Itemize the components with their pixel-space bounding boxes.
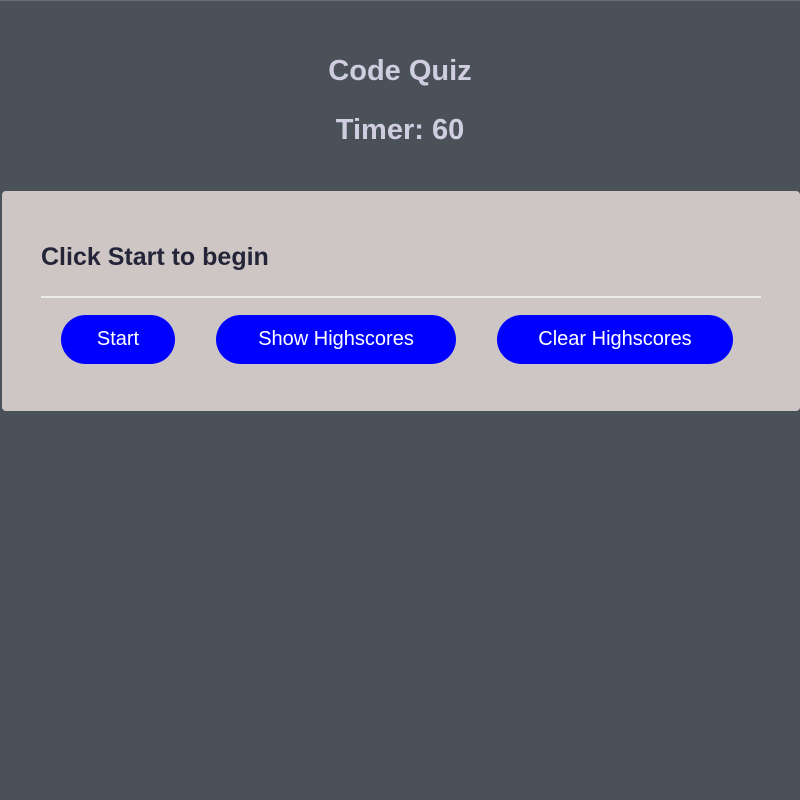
clear-highscores-button[interactable]: Clear Highscores (497, 315, 733, 364)
page-title: Code Quiz (328, 55, 472, 87)
timer: Timer: 60 (335, 114, 465, 146)
show-highscores-button[interactable]: Show Highscores (216, 315, 456, 364)
divider (41, 296, 761, 298)
start-button[interactable]: Start (61, 315, 175, 364)
quiz-card: Click Start to begin Start Show Highscor… (2, 191, 800, 411)
quiz-prompt: Click Start to begin (41, 243, 269, 271)
